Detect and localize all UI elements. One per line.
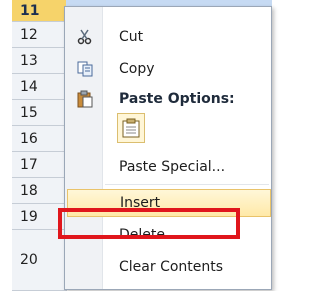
row-header-13[interactable]: 13 — [12, 48, 66, 74]
menu-item-paste-options: Paste Options: — [67, 85, 271, 113]
row-header-11[interactable]: 11 — [12, 0, 66, 22]
scissors-icon — [75, 27, 95, 47]
row-header-18[interactable]: 18 — [12, 178, 66, 204]
row-header-20[interactable]: 20 — [12, 230, 66, 291]
menu-item-cut[interactable]: Cut — [67, 23, 271, 51]
menu-item-clear-contents[interactable]: Clear Contents — [67, 253, 271, 281]
menu-item-paste-special[interactable]: Paste Special... — [67, 153, 271, 181]
context-menu: Cut Copy Paste Options: Paste Special...… — [64, 6, 272, 290]
row-header-17[interactable]: 17 — [12, 152, 66, 178]
menu-item-copy[interactable]: Copy — [67, 55, 271, 83]
row-header-14[interactable]: 14 — [12, 74, 66, 100]
paste-default-icon — [122, 118, 140, 142]
menu-separator — [105, 184, 269, 185]
clipboard-icon — [75, 89, 95, 109]
menu-item-insert[interactable]: Insert — [67, 189, 271, 217]
row-header-15[interactable]: 15 — [12, 100, 66, 126]
row-header-19[interactable]: 19 — [12, 204, 66, 230]
row-header-12[interactable]: 12 — [12, 22, 66, 48]
menu-item-delete[interactable]: Delete — [67, 221, 271, 249]
paste-option-button[interactable] — [117, 113, 145, 143]
row-headers: 11 12 13 14 15 16 17 18 19 20 — [12, 0, 67, 291]
row-header-16[interactable]: 16 — [12, 126, 66, 152]
copy-icon — [75, 59, 95, 79]
